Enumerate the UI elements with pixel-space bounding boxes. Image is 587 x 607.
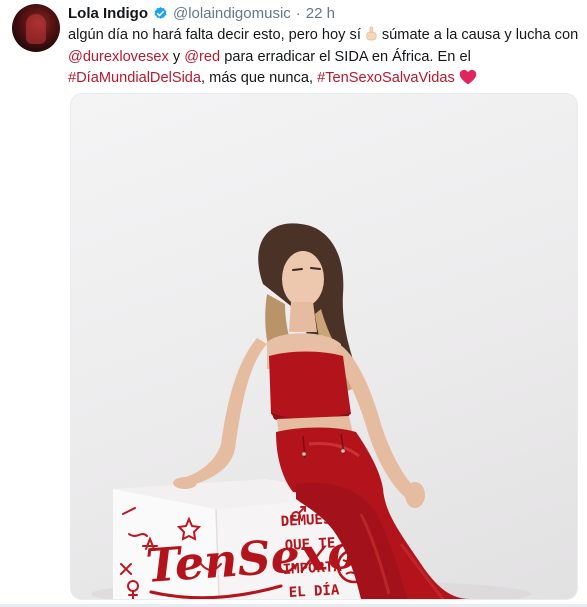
red-heart-icon [459, 69, 476, 85]
svg-text:EL DÍA: EL DÍA [288, 581, 340, 599]
tweet-line-3: #DíaMundialDelSida, más que nunca, #TenS… [68, 68, 580, 90]
separator-dot: · [295, 4, 301, 22]
tweet-text: algún día no hará falta decir esto, pero… [68, 25, 580, 90]
verified-badge-icon [154, 6, 167, 19]
tweet-line-2: @durexlovesex y @red para erradicar el S… [68, 47, 580, 69]
mention-red[interactable]: @red [184, 49, 220, 65]
svg-text:QUE TE: QUE TE [284, 535, 335, 554]
tweet-text-segment: para erradicar el SIDA en África. En el [224, 48, 471, 65]
tweet-line-1: algún día no hará falta decir esto, pero… [68, 25, 580, 47]
hashtag-diamundialdelsida[interactable]: #DíaMundialDelSida [68, 70, 201, 86]
author-handle[interactable]: @lolaindigomusic [173, 5, 291, 22]
timestamp[interactable]: 22 h [306, 5, 335, 22]
tweet-text-segment: súmate a la causa y lucha con [381, 27, 579, 43]
photo-illustration: TenSexo DEMUESTRA QUE TE IMPORTA EL DÍA [91, 223, 531, 599]
index-finger-emoji-icon [366, 26, 377, 41]
avatar[interactable] [12, 4, 60, 52]
tweet-header: Lola Indigo @lolaindigomusic · 22 h [68, 3, 335, 23]
author-name[interactable]: Lola Indigo [68, 5, 148, 22]
tweet-media-photo[interactable]: TenSexo DEMUESTRA QUE TE IMPORTA EL DÍA [70, 93, 578, 600]
mention-durexlovesex[interactable]: @durexlovesex [68, 49, 169, 65]
tweet-text-segment: algún día no hará falta decir esto, pero… [68, 27, 361, 43]
tweet-text-segment: , más que nunca, [201, 70, 314, 86]
tweet-text-segment: y [172, 48, 181, 65]
hashtag-tensexosalvavidas[interactable]: #TenSexoSalvaVidas [317, 70, 455, 86]
svg-text:IMPORTA: IMPORTA [282, 559, 342, 578]
